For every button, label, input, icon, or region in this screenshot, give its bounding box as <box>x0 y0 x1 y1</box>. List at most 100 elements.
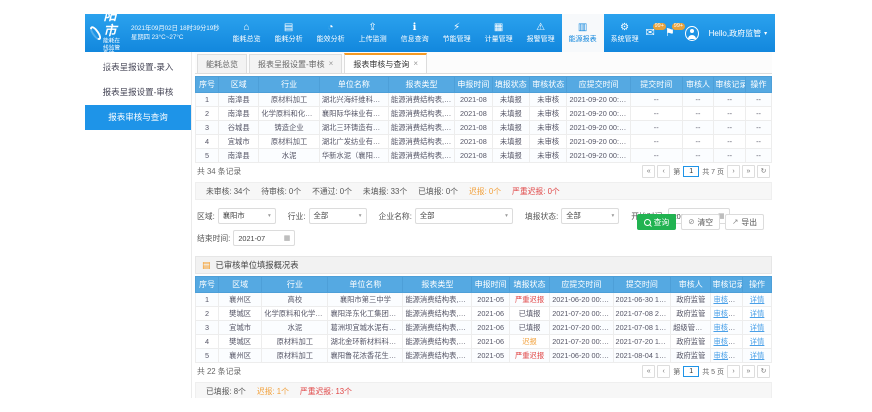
table-cell: -- <box>714 107 746 121</box>
notification-icon[interactable]: ⚑99+ <box>665 28 675 39</box>
table-cell: 2021-06 <box>472 335 509 349</box>
audit-record-link[interactable]: 审核记录 <box>713 295 742 304</box>
audited-report-table: 序号区域行业单位名称报表类型申报时间填报状态应提交时间提交时间审核人审核记录操作… <box>195 276 772 363</box>
prev-page-button[interactable]: ‹ <box>657 165 670 178</box>
table-cell: 未审核 <box>530 93 567 107</box>
table-row: 3谷城县铸造企业湖北三环铸造有限公司能源消费结构表,能效指标...2021-08… <box>196 121 772 135</box>
pending-record-line: 共 34 条记录 «‹第共 7 页›»↻ <box>195 163 772 180</box>
table-cell: 能源消费结构表,能效指标... <box>388 135 454 149</box>
查询-button[interactable]: 查询 <box>637 214 677 230</box>
nav-label: 系统管理 <box>611 34 639 44</box>
sidebar-item[interactable]: 报表呈报设置-录入 <box>85 55 191 80</box>
table-cell: 详情 <box>743 335 772 349</box>
first-page-button[interactable]: « <box>642 365 655 378</box>
清空-button[interactable]: ⊘清空 <box>681 214 720 230</box>
audit-record-link[interactable]: 审核记录 <box>713 351 742 360</box>
date-input[interactable]: 2021-07▦ <box>233 230 295 246</box>
alarm-icon: ⚠ <box>536 23 545 33</box>
nav-item-能效分析[interactable]: ◔能效分析 <box>310 14 352 52</box>
sidebar-item[interactable]: 报表呈报设置-审核 <box>85 80 191 105</box>
table-row: 4樊城区原材料加工湖北金环新材料科技有限公司能源消费结构表,能效指标情...20… <box>196 335 772 349</box>
table-cell: 详情 <box>743 307 772 321</box>
select-input[interactable]: 全部▾ <box>415 208 513 224</box>
select-input[interactable]: 全部▾ <box>309 208 367 224</box>
next-page-button[interactable]: › <box>727 165 740 178</box>
detail-link[interactable]: 详情 <box>750 309 765 318</box>
table-cell: 南漳县 <box>219 107 259 121</box>
page-total-label: 共 7 页 <box>702 167 724 177</box>
table-cell: 2 <box>196 107 219 121</box>
column-header: 应提交时间 <box>550 277 613 293</box>
nav-item-节能管理[interactable]: ⚡节能管理 <box>436 14 478 52</box>
nav-label: 信息查询 <box>401 34 429 44</box>
user-menu[interactable]: Hello,政府监管 ▾ <box>709 28 767 39</box>
column-header: 序号 <box>196 77 219 93</box>
table-cell: -- <box>746 93 772 107</box>
last-page-button[interactable]: » <box>742 165 755 178</box>
table-cell: 4 <box>196 135 219 149</box>
nav-item-上传监测[interactable]: ⇪上传监测 <box>352 14 394 52</box>
audit-record-link[interactable]: 审核记录 <box>713 309 742 318</box>
table-cell: 未审核 <box>530 149 567 163</box>
nav-item-能耗分析[interactable]: ▤能耗分析 <box>268 14 310 52</box>
select-input[interactable]: 襄阳市▾ <box>218 208 276 224</box>
nav-label: 能源报表 <box>569 34 597 44</box>
user-avatar-icon[interactable] <box>685 26 699 41</box>
table-cell: 葛洲坝宜城水泥有限公司 <box>328 321 403 335</box>
table-cell: 审核记录 <box>711 307 743 321</box>
column-header: 提交时间 <box>630 77 682 93</box>
nav-item-信息查询[interactable]: ℹ信息查询 <box>394 14 436 52</box>
page-number-input[interactable] <box>683 166 699 177</box>
table-cell: 未填报 <box>492 135 529 149</box>
detail-link[interactable]: 详情 <box>750 295 765 304</box>
table-cell: 襄阳际华袜业有限公司 <box>319 107 388 121</box>
table-cell: 樊城区 <box>219 307 262 321</box>
tab-能耗总览[interactable]: 能耗总览 <box>197 54 247 73</box>
tab-报表呈报设置-审核[interactable]: 报表呈报设置-审核× <box>249 54 342 73</box>
page-prefix-label: 第 <box>673 167 680 177</box>
nav-label: 能耗总览 <box>233 34 261 44</box>
nav-item-计量管理[interactable]: ▦计量管理 <box>478 14 520 52</box>
select-input[interactable]: 全部▾ <box>561 208 619 224</box>
prev-page-button[interactable]: ‹ <box>657 365 670 378</box>
nav-item-系统管理[interactable]: ⚙系统管理 <box>604 14 646 52</box>
tab-报表审核与查询[interactable]: 报表审核与查询× <box>344 53 427 73</box>
detail-link[interactable]: 详情 <box>750 323 765 332</box>
nav-item-能耗总览[interactable]: ⌂能耗总览 <box>226 14 268 52</box>
page-number-input[interactable] <box>683 366 699 377</box>
summary-item: 不通过: 0个 <box>312 186 352 197</box>
logout-button[interactable]: 退出 <box>777 19 788 48</box>
audit-record-link[interactable]: 审核记录 <box>713 323 742 332</box>
audited-record-line: 共 22 条记录 «‹第共 5 页›»↻ <box>195 363 772 380</box>
next-page-button[interactable]: › <box>727 365 740 378</box>
first-page-button[interactable]: « <box>642 165 655 178</box>
audit-record-link[interactable]: 审核记录 <box>713 337 742 346</box>
table-row: 4宜城市原材料加工湖北广发纺业有限公司能源消费结构表,能效指标...2021-0… <box>196 135 772 149</box>
nav-item-报警管理[interactable]: ⚠报警管理 <box>520 14 562 52</box>
table-cell: 湖北广发纺业有限公司 <box>319 135 388 149</box>
导出-button[interactable]: ↗导出 <box>725 214 764 230</box>
nav-item-能源报表[interactable]: ▥能源报表 <box>562 14 604 52</box>
close-icon[interactable]: × <box>413 60 418 68</box>
detail-link[interactable]: 详情 <box>750 351 765 360</box>
summary-item: 已填报: 8个 <box>206 386 246 397</box>
sidebar-item[interactable]: 报表审核与查询 <box>85 105 191 130</box>
message-icon[interactable]: ✉99+ <box>646 28 655 39</box>
refresh-icon[interactable]: ↻ <box>757 165 770 178</box>
table-cell: 2021-06 <box>472 321 509 335</box>
table-cell: 1 <box>196 93 219 107</box>
table-cell: 详情 <box>743 293 772 307</box>
last-page-button[interactable]: » <box>742 365 755 378</box>
close-icon[interactable]: × <box>329 60 334 68</box>
refresh-icon[interactable]: ↻ <box>757 365 770 378</box>
nav-label: 能耗分析 <box>275 34 303 44</box>
table-cell: 2021-06 <box>472 307 509 321</box>
table-cell: 严重迟报 <box>509 349 549 363</box>
table-cell: 2021-07-20 00:00:00 <box>550 307 613 321</box>
table-cell: -- <box>630 93 682 107</box>
record-count: 共 22 条记录 <box>197 366 241 377</box>
table-cell: -- <box>714 121 746 135</box>
detail-link[interactable]: 详情 <box>750 337 765 346</box>
table-row: 2南漳县化学原料和化学制品制造业襄阳际华袜业有限公司能源消费结构表,能效指标..… <box>196 107 772 121</box>
top-header: 襄阳市 能耗在线监管系统（政府端） 2021年09月02日 18时39分19秒 … <box>85 14 775 52</box>
